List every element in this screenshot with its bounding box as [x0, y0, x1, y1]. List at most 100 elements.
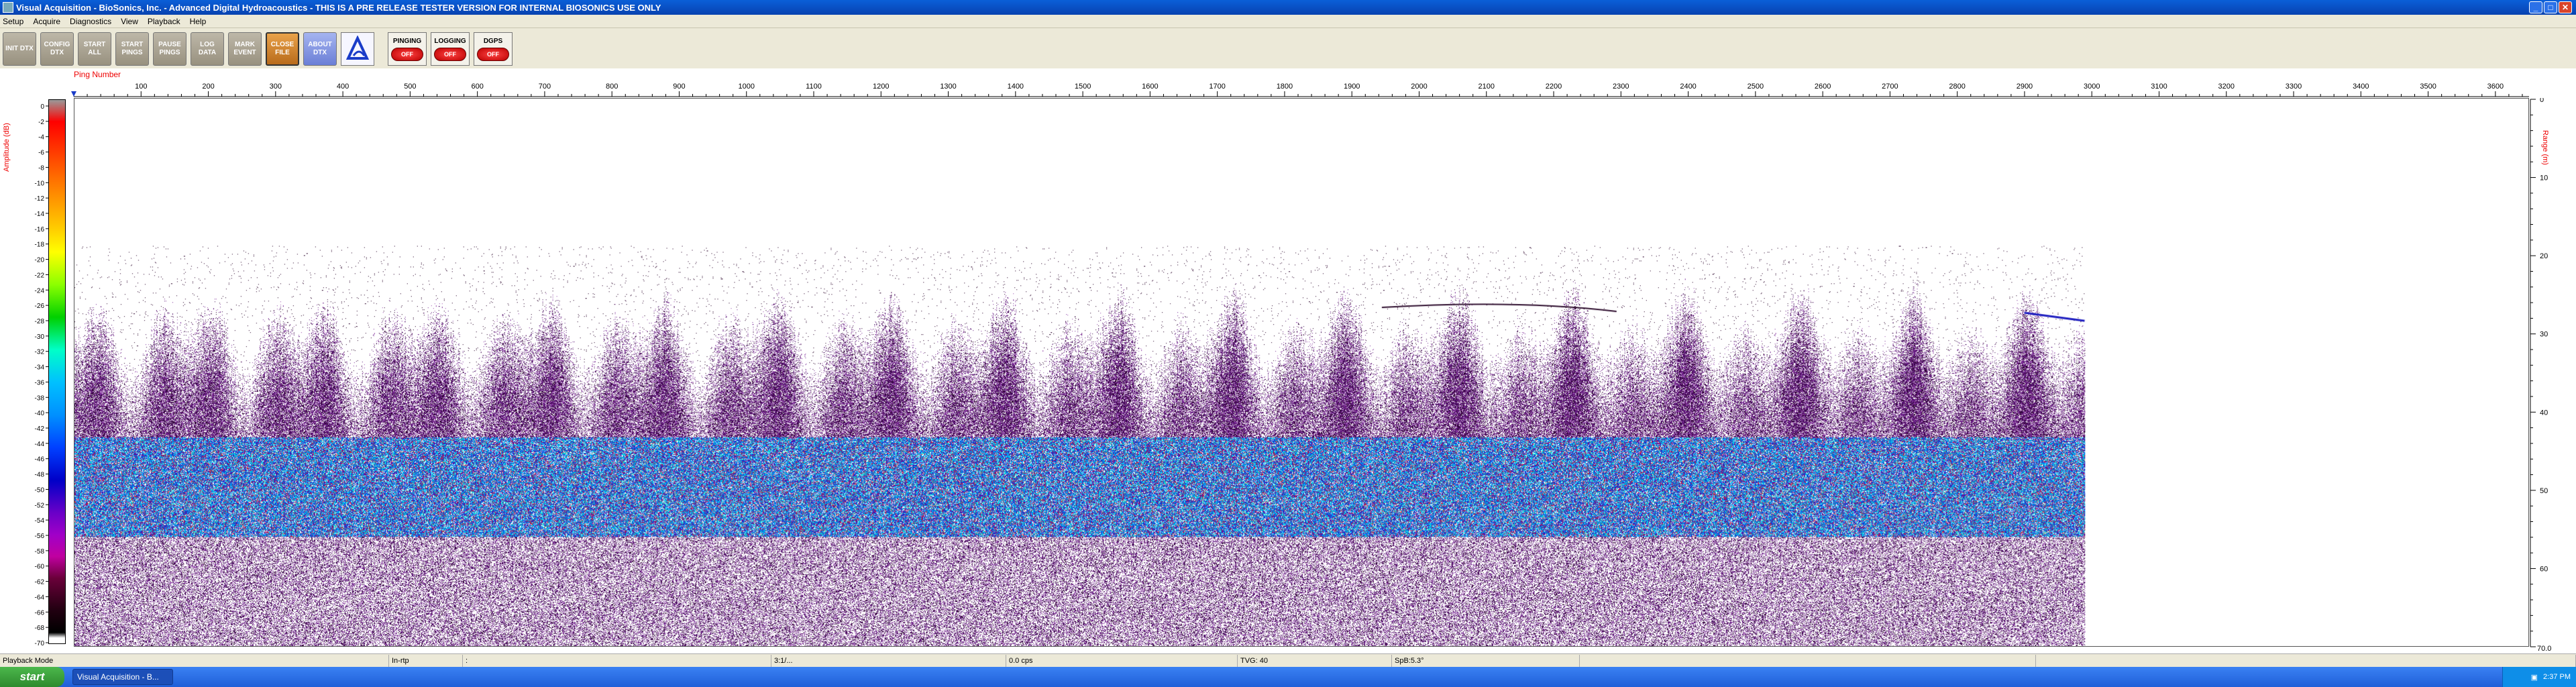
- amplitude-tick-label: -54: [35, 517, 45, 525]
- status-rate: 0.0 cps: [1006, 654, 1238, 667]
- menu-playback[interactable]: Playback: [148, 17, 180, 26]
- init-dtx-button[interactable]: INIT DTX: [3, 32, 36, 66]
- status-tvg: TVG: 40: [1238, 654, 1392, 667]
- clock: 2:37 PM: [2543, 673, 2571, 681]
- menu-view[interactable]: View: [121, 17, 138, 26]
- biosonics-logo-icon[interactable]: [341, 32, 374, 66]
- x-axis-label: Ping Number: [74, 70, 121, 79]
- amplitude-tick-label: -8: [38, 164, 44, 172]
- x-tick-label: 2300: [1613, 83, 1629, 91]
- amplitude-tick-label: -68: [35, 625, 45, 632]
- pinging-state: OFF: [391, 47, 423, 61]
- pause-pings-button[interactable]: PAUSE PINGS: [153, 32, 186, 66]
- network-icon[interactable]: ▣: [2531, 673, 2538, 682]
- amplitude-tick-label: -58: [35, 548, 45, 556]
- status-field-9: [2036, 654, 2576, 667]
- amplitude-tick-label: -22: [35, 272, 45, 279]
- amplitude-tick-label: -18: [35, 242, 45, 249]
- x-tick-label: 2000: [1411, 83, 1427, 91]
- amplitude-tick-label: -36: [35, 379, 45, 386]
- x-tick-label: 1900: [1344, 83, 1360, 91]
- amplitude-tick-label: -14: [35, 211, 45, 218]
- x-tick-label: 2700: [1882, 83, 1898, 91]
- range-tick-label: 60: [2540, 565, 2548, 573]
- window-controls: _ □ ✕: [2529, 1, 2572, 13]
- x-tick-label: 2800: [1949, 83, 1965, 91]
- amplitude-tick-label: -46: [35, 456, 45, 464]
- x-tick-label: 1300: [940, 83, 956, 91]
- menu-bar: Setup Acquire Diagnostics View Playback …: [0, 15, 2576, 28]
- status-mode: Playback Mode: [0, 654, 389, 667]
- x-tick-label: 3500: [2420, 83, 2436, 91]
- logging-indicator: LOGGING OFF: [431, 32, 470, 66]
- x-tick-label: 1000: [738, 83, 754, 91]
- toolbar: INIT DTX CONFIG DTX START ALL START PING…: [0, 30, 2576, 68]
- x-tick-label: 3400: [2353, 83, 2369, 91]
- amplitude-tick-label: -62: [35, 579, 45, 586]
- log-data-button[interactable]: LOG DATA: [191, 32, 224, 66]
- x-tick-label: 3100: [2151, 83, 2167, 91]
- start-all-button[interactable]: START ALL: [78, 32, 111, 66]
- x-tick-label: 3000: [2084, 83, 2100, 91]
- x-tick-label: 600: [471, 83, 483, 91]
- range-tick-label: 20: [2540, 252, 2548, 260]
- amplitude-tick-label: -48: [35, 472, 45, 479]
- ping-cursor-icon[interactable]: [71, 91, 76, 97]
- amplitude-tick-label: -38: [35, 394, 45, 402]
- start-button[interactable]: start: [0, 667, 64, 687]
- app-icon: [3, 2, 13, 13]
- start-pings-button[interactable]: START PINGS: [115, 32, 149, 66]
- amplitude-ticks: 0 -2 -4 -6 -8 -10 -12 -14 -16 -18 -20 -22 -24 -26 -28 -…: [35, 103, 48, 647]
- x-tick-label: 300: [270, 83, 282, 91]
- menu-setup[interactable]: Setup: [3, 17, 23, 26]
- amplitude-tick-label: -6: [38, 150, 44, 157]
- menu-diagnostics[interactable]: Diagnostics: [70, 17, 111, 26]
- amplitude-tick-label: -34: [35, 364, 45, 372]
- status-field-3: :: [463, 654, 771, 667]
- logging-label: LOGGING: [434, 37, 466, 45]
- menu-acquire[interactable]: Acquire: [33, 17, 60, 26]
- close-file-button[interactable]: CLOSE FILE: [266, 32, 299, 66]
- x-tick-label: 100: [135, 83, 147, 91]
- x-tick-label: 2100: [1479, 83, 1495, 91]
- x-tick-label: 1200: [873, 83, 889, 91]
- x-tick-label: 700: [539, 83, 551, 91]
- amplitude-tick-label: -16: [35, 226, 45, 233]
- close-button[interactable]: ✕: [2559, 1, 2572, 13]
- dgps-state: OFF: [477, 47, 509, 61]
- mark-event-button[interactable]: MARK EVENT: [228, 32, 262, 66]
- status-field-2: In-rtp: [389, 654, 463, 667]
- minimize-button[interactable]: _: [2529, 1, 2542, 13]
- status-field-8: [1580, 654, 2036, 667]
- about-dtx-button[interactable]: ABOUT DTX: [303, 32, 337, 66]
- x-tick-label: 500: [404, 83, 416, 91]
- x-tick-label: 1100: [806, 83, 822, 91]
- range-max-label: 70.0: [2537, 645, 2551, 653]
- amplitude-tick-label: -40: [35, 410, 45, 417]
- taskbar: start Visual Acquisition - B... ▣ 2:37 P…: [0, 667, 2576, 687]
- x-tick-label: 2400: [1680, 83, 1696, 91]
- amplitude-tick-label: -56: [35, 533, 45, 540]
- x-tick-label: 400: [337, 83, 349, 91]
- amplitude-tick-label: -20: [35, 257, 45, 264]
- taskbar-item-visual-acquisition[interactable]: Visual Acquisition - B...: [72, 669, 173, 685]
- amplitude-tick-label: -52: [35, 502, 45, 509]
- x-tick-label: 2500: [1748, 83, 1764, 91]
- amplitude-tick-label: -60: [35, 564, 45, 571]
- x-tick-label: 1600: [1142, 83, 1158, 91]
- x-tick-label: 1800: [1277, 83, 1293, 91]
- menu-help[interactable]: Help: [190, 17, 207, 26]
- x-axis: 100 200 300 400 500 600 700 800 900 1000 1100 1200 1…: [71, 83, 2529, 97]
- amplitude-tick-label: -66: [35, 609, 45, 617]
- maximize-button[interactable]: □: [2544, 1, 2557, 13]
- amplitude-axis-label: Amplitude (dB): [3, 123, 11, 172]
- range-axis-label: Range (m): [2541, 130, 2549, 165]
- x-tick-label: 1400: [1008, 83, 1024, 91]
- title-bar: Visual Acquisition - BioSonics, Inc. - A…: [0, 0, 2576, 15]
- config-dtx-button[interactable]: CONFIG DTX: [40, 32, 74, 66]
- echogram-canvas[interactable]: [74, 98, 2529, 647]
- x-tick-label: 1700: [1209, 83, 1225, 91]
- status-field-4: 3:1/...: [771, 654, 1006, 667]
- amplitude-tick-label: 0: [40, 103, 44, 111]
- amplitude-tick-label: -70: [35, 640, 45, 647]
